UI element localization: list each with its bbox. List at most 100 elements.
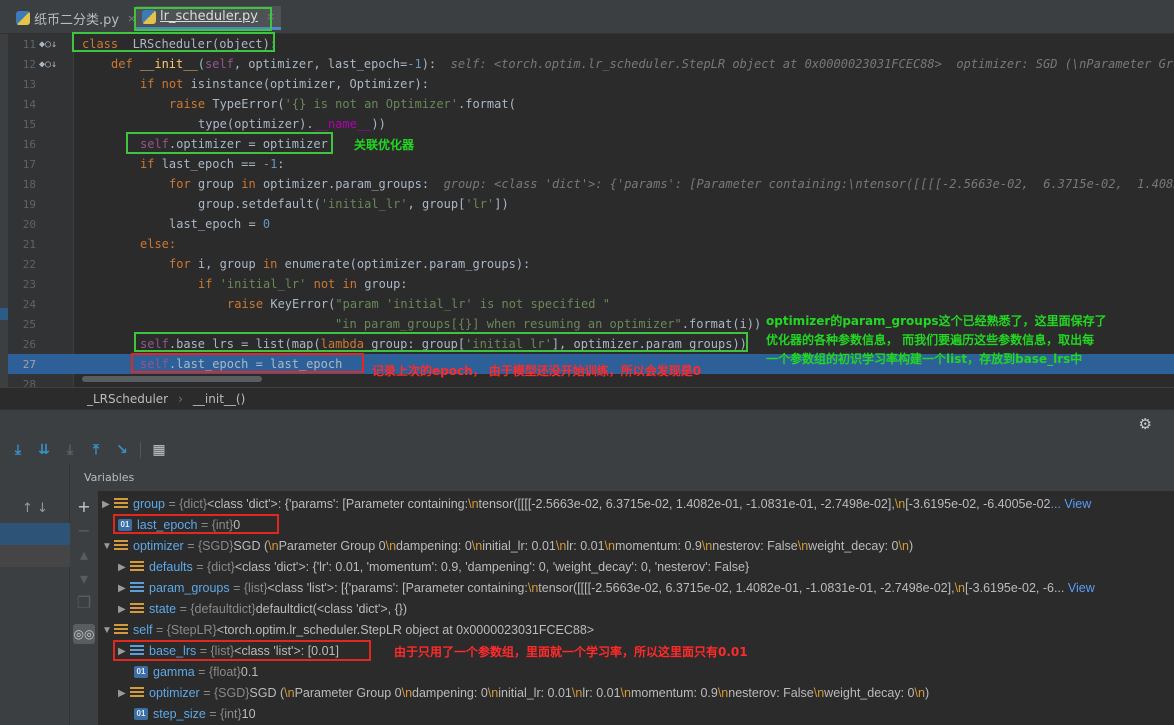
line-number: 26 [22,337,36,351]
variable-type: = {SGD} [203,686,250,700]
variable-value: tensor([[[[-2.5663e-02, 6.3715e-02, 1.40… [478,497,895,511]
variable-name: state [149,602,177,616]
highlight-box-optimizer [126,132,333,154]
table-icon[interactable]: ▦ [151,442,167,458]
object-icon [130,687,144,699]
line-number: 12 [22,57,36,71]
variable-row[interactable]: 01 step_size = {int} 10 [134,704,256,724]
step-into-my-code-icon[interactable]: ⤓ [62,442,78,458]
variable-row[interactable]: ▼ self = {StepLR} <torch.optim.lr_schedu… [102,620,594,640]
move-down-icon[interactable]: ▾ [74,569,94,588]
code-line[interactable]: 14 raise TypeError('{} is not an Optimiz… [8,94,1174,114]
list-icon [130,582,144,594]
variable-row[interactable]: ▶ group = {dict} <class 'dict'>: {'param… [102,494,1091,514]
breadcrumb: _LRScheduler › __init__() [0,387,1174,409]
code-line[interactable]: 19 group.setdefault('initial_lr', group[… [8,194,1174,214]
annotation-base-lrs-note: 由于只用了一个参数组，里面就一个学习率，所以这里面只有0.01 [394,645,748,659]
code-line[interactable]: 12 ◆○↓ def __init__(self, optimizer, las… [8,54,1174,74]
variable-row[interactable]: ▶ optimizer = {SGD} SGD (\n Parameter Gro… [118,683,929,703]
frame-item[interactable] [0,545,70,567]
variable-name: defaults [149,560,193,574]
variable-type: = {int} [209,707,242,721]
variable-type: = {StepLR} [155,623,217,637]
step-out-icon[interactable]: ⤒ [88,442,104,458]
code-line[interactable]: 17 if last_epoch == -1: [8,154,1174,174]
variable-name: param_groups [149,581,230,595]
variable-row[interactable]: ▶ param_groups = {list} <class 'list'>: … [118,578,1095,598]
highlight-box-last-epoch-var [113,514,279,534]
line-number: 14 [22,97,36,111]
line-number: 18 [22,177,36,191]
step-over-icon[interactable]: ⤓ [10,442,26,458]
line-number: 25 [22,317,36,331]
variable-row[interactable]: 01 gamma = {float} 0.1 [134,662,258,682]
breadcrumb-method[interactable]: __init__() [193,392,245,406]
code-line[interactable]: 15 type(optimizer).__name__)) [8,114,1174,134]
collapse-arrow-icon[interactable]: ▼ [102,625,114,636]
remove-watch-icon[interactable]: − [74,521,94,540]
code-line[interactable]: 20 last_epoch = 0 [8,214,1174,234]
object-icon [114,540,128,552]
line-number: 28 [22,377,36,388]
code-line[interactable]: 21 else: [8,234,1174,254]
gear-icon[interactable]: ⚙ [1139,415,1152,433]
line-number: 11 [22,37,36,51]
override-marker-icon[interactable]: ◆○↓ [39,39,57,50]
line-number: 22 [22,257,36,271]
variable-row[interactable]: ▶ state = {defaultdict} defaultdict(<cla… [118,599,407,619]
variable-type: = {SGD} [187,539,234,553]
copy-icon[interactable]: ❐ [74,593,94,612]
add-watch-icon[interactable]: + [74,497,94,516]
breadcrumb-class[interactable]: _LRScheduler [87,392,168,406]
expand-arrow-icon[interactable]: ▶ [118,688,130,699]
escape-sequence: \n [468,497,479,511]
expand-arrow-icon[interactable]: ▶ [118,583,130,594]
variables-side-toolbar: + − ▴ ▾ ❐ ◎◎ [70,491,98,725]
expand-arrow-icon[interactable]: ▶ [118,562,130,573]
tab-variables[interactable]: Variables [84,471,134,484]
variable-value: 10 [241,707,256,721]
object-icon [114,624,128,636]
variable-row[interactable]: ▼ optimizer = {SGD} SGD (\n Parameter Gro… [102,536,913,556]
code-line[interactable]: 22 for i, group in enumerate(optimizer.p… [8,254,1174,274]
variable-value: <class 'dict'>: {'lr': 0.01, 'momentum':… [234,560,750,574]
code-text: else: [140,237,177,251]
glasses-icon[interactable]: ◎◎ [73,624,95,644]
line-number: 17 [22,157,36,171]
code-line[interactable]: 23 if 'initial_lr' not in group: [8,274,1174,294]
code-line[interactable]: 18 for group in optimizer.param_groups: … [8,174,1174,194]
frame-item-selected[interactable] [0,523,70,545]
tab-paper-money-classification[interactable]: 纸币二分类.py × [10,6,142,30]
code-text: if last_epoch == -1: [140,157,285,171]
expand-arrow-icon[interactable]: ▶ [118,604,130,615]
code-text: for group in optimizer.param_groups: gro… [169,177,1174,191]
dict-icon [114,498,128,510]
expand-arrow-icon[interactable]: ▶ [102,499,114,510]
frame-nav-arrows-icon[interactable]: ↑ ↓ [22,501,48,516]
run-to-cursor-icon[interactable]: ↘ [114,442,130,458]
view-link[interactable]: ... View [1051,497,1092,511]
step-into-icon[interactable]: ⇊ [36,442,52,458]
line-number: 15 [22,117,36,131]
variable-name: step_size [153,707,206,721]
code-text: if not isinstance(optimizer, Optimizer): [140,77,429,91]
highlight-box-base-lrs [134,332,748,352]
code-line[interactable]: 13 if not isinstance(optimizer, Optimize… [8,74,1174,94]
debug-toolbar: ⤓ ⇊ ⤓ ⤒ ↘ ▦ [0,437,1174,463]
code-text: group.setdefault('initial_lr', group['lr… [198,197,509,211]
tab-label: 纸币二分类.py [34,12,120,28]
debug-panel-header: ⚙ [0,409,1174,437]
view-link[interactable]: View [1068,581,1095,595]
annotation-optimizer-note: 关联优化器 [354,138,415,152]
collapse-arrow-icon[interactable]: ▼ [102,541,114,552]
move-up-icon[interactable]: ▴ [74,545,94,564]
variable-value: <class 'dict'>: {'params': [Parameter co… [207,497,469,511]
variable-name: self [133,623,153,637]
variable-value: 0.1 [240,665,259,679]
variable-type: = {dict} [196,560,235,574]
variable-row[interactable]: ▶ defaults = {dict} <class 'dict'>: {'lr… [118,557,749,577]
horizontal-scrollbar[interactable] [82,376,262,382]
override-marker-icon[interactable]: ◆○↓ [39,59,57,70]
variable-name: gamma [153,665,195,679]
variable-type: = {defaultdict} [179,602,256,616]
